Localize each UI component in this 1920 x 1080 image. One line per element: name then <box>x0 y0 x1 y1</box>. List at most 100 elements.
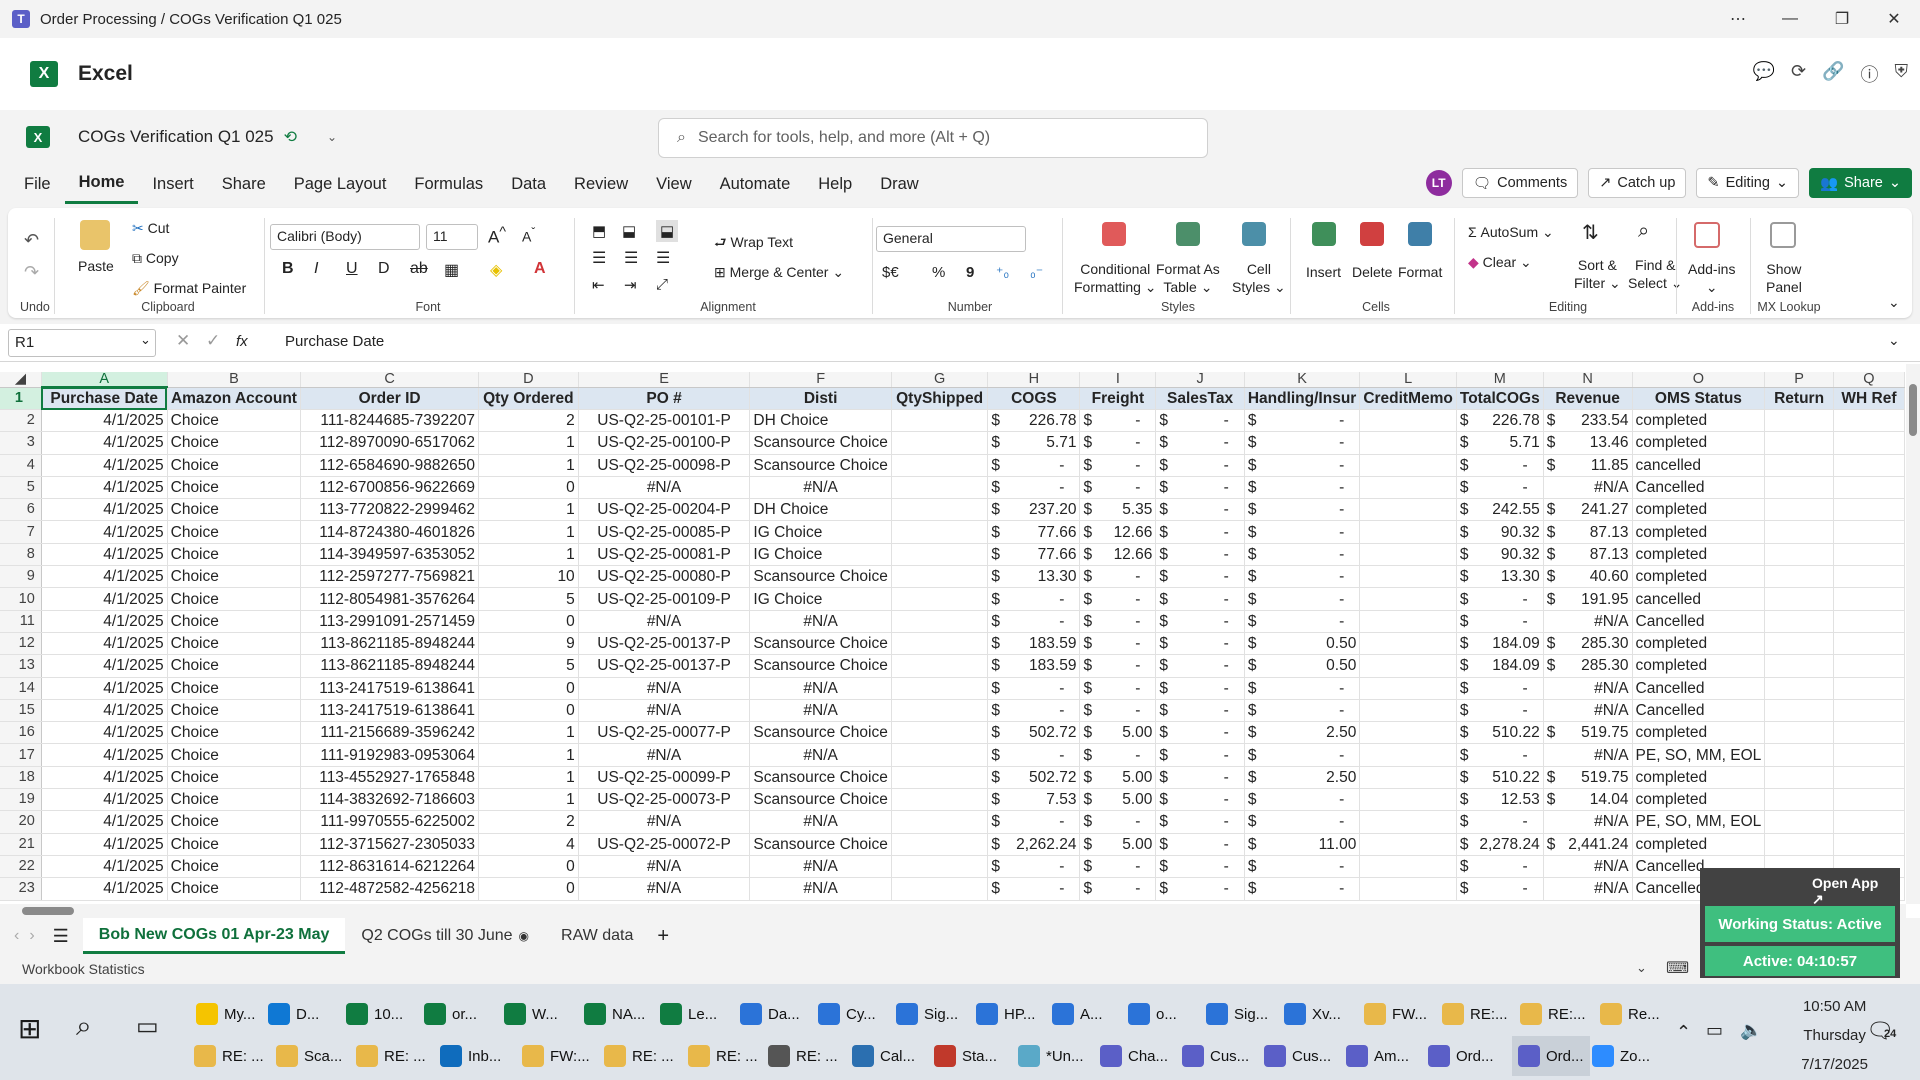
cell[interactable]: $ - <box>1155 543 1245 567</box>
cell[interactable] <box>891 743 989 767</box>
cell[interactable] <box>1764 409 1834 433</box>
all-sheets-icon[interactable]: ☰ <box>53 926 69 947</box>
cell[interactable]: $12.66 <box>1079 520 1157 544</box>
cell[interactable]: cancelled <box>1632 454 1766 477</box>
taskbar-item[interactable]: Sta... <box>934 1036 997 1076</box>
cell[interactable]: 111-8244685-7392207 <box>300 409 479 433</box>
row-header[interactable]: 2 <box>0 409 42 433</box>
clear-button[interactable]: ◆ Clear ⌄ <box>1468 254 1532 271</box>
cell[interactable] <box>891 454 989 477</box>
taskbar-item[interactable]: RE: ... <box>194 1036 264 1076</box>
cell[interactable]: 4/1/2025 <box>41 454 168 477</box>
cell[interactable]: Cancelled <box>1632 699 1766 723</box>
taskbar-item[interactable]: RE:... <box>1442 994 1508 1034</box>
cell[interactable] <box>1764 788 1834 812</box>
cell[interactable]: $ - <box>1456 855 1544 879</box>
cell[interactable]: $2.50 <box>1244 721 1361 745</box>
cell[interactable]: $ - <box>1244 743 1361 767</box>
cell[interactable]: $233.54 <box>1543 409 1633 433</box>
document-name[interactable]: COGs Verification Q1 025 <box>78 127 274 147</box>
cell[interactable]: $237.20 <box>987 498 1081 522</box>
cell[interactable]: #N/A <box>1543 699 1633 723</box>
column-header-b[interactable]: B <box>167 372 302 388</box>
cell[interactable]: $ - <box>1155 610 1245 633</box>
cell[interactable]: $ - <box>987 476 1081 500</box>
cell[interactable]: $ - <box>1244 498 1361 522</box>
cell[interactable]: #N/A <box>1543 810 1633 834</box>
cell[interactable]: $ - <box>1155 587 1245 611</box>
cell[interactable]: $241.27 <box>1543 498 1633 522</box>
taskbar-item[interactable]: A... <box>1052 994 1103 1034</box>
cell[interactable]: 4/1/2025 <box>41 610 168 633</box>
cell[interactable]: $ - <box>987 610 1081 633</box>
cell[interactable]: $ - <box>1244 677 1361 700</box>
cell[interactable]: US-Q2-25-00098-P <box>578 454 751 477</box>
cell[interactable]: US-Q2-25-00081-P <box>578 543 751 567</box>
row-header[interactable]: 20 <box>0 810 42 834</box>
editing-mode-button[interactable]: ✎ Editing ⌄ <box>1696 168 1800 198</box>
undo-icon[interactable]: ↶ <box>24 230 39 251</box>
cell[interactable]: $5.00 <box>1079 788 1157 812</box>
row-header[interactable]: 8 <box>0 543 42 567</box>
cell[interactable] <box>891 766 989 790</box>
format-as-table-button[interactable]: Format As Table ⌄ <box>1156 260 1220 296</box>
cell[interactable]: #N/A <box>578 699 751 723</box>
cell[interactable]: $ - <box>1155 766 1245 790</box>
cell[interactable]: 113-2991091-2571459 <box>300 610 479 633</box>
cell[interactable]: 112-6700856-9622669 <box>300 476 479 500</box>
row-header[interactable]: 4 <box>0 454 42 477</box>
header-cell[interactable]: Disti <box>749 387 892 410</box>
font-size-dropdown[interactable]: 11 <box>426 224 478 250</box>
cell[interactable]: $ - <box>1079 810 1157 834</box>
cell[interactable]: 4/1/2025 <box>41 498 168 522</box>
taskbar-item[interactable]: RE: ... <box>688 1036 758 1076</box>
cell[interactable] <box>1359 855 1457 879</box>
cell[interactable]: $ - <box>1244 454 1361 477</box>
double-underline-icon[interactable]: D <box>378 260 390 278</box>
cell[interactable]: $5.00 <box>1079 766 1157 790</box>
column-header-c[interactable]: C <box>300 372 479 388</box>
cell[interactable]: 4/1/2025 <box>41 409 168 433</box>
cell[interactable] <box>1764 498 1834 522</box>
row-header[interactable]: 14 <box>0 677 42 700</box>
cell[interactable]: $ - <box>1079 855 1157 879</box>
cell[interactable]: $ - <box>1244 431 1361 455</box>
cell[interactable]: US-Q2-25-00100-P <box>578 431 751 455</box>
format-painter-button[interactable]: 🖌 Format Painter <box>132 280 246 297</box>
cell[interactable]: US-Q2-25-00085-P <box>578 520 751 544</box>
taskbar-item[interactable]: *Un... <box>1018 1036 1084 1076</box>
italic-icon[interactable]: I <box>314 260 318 278</box>
enter-icon[interactable]: ✓ <box>206 331 220 351</box>
cell[interactable]: #N/A <box>1543 677 1633 700</box>
cell[interactable]: cancelled <box>1632 587 1766 611</box>
cell[interactable]: Choice <box>167 409 302 433</box>
cell[interactable] <box>1833 810 1905 834</box>
add-sheet-icon[interactable]: + <box>657 925 669 948</box>
cell[interactable]: $502.72 <box>987 766 1081 790</box>
cell[interactable]: US-Q2-25-00204-P <box>578 498 751 522</box>
currency-icon[interactable]: $€ <box>882 264 899 281</box>
cell[interactable]: $5.00 <box>1079 833 1157 856</box>
taskbar-item[interactable]: Le... <box>660 994 717 1034</box>
comma-style-icon[interactable]: 9 <box>966 264 974 281</box>
cell[interactable]: #N/A <box>749 855 892 879</box>
cell[interactable]: completed <box>1632 431 1766 455</box>
cell[interactable]: #N/A <box>1543 476 1633 500</box>
cell[interactable]: 1 <box>478 721 579 745</box>
cell[interactable]: $ - <box>1244 520 1361 544</box>
shield-icon[interactable]: ⛨ <box>1895 61 1909 87</box>
cell[interactable]: #N/A <box>578 610 751 633</box>
underline-icon[interactable]: U <box>346 260 358 278</box>
cell[interactable] <box>1833 743 1905 767</box>
taskbar-item[interactable]: RE: ... <box>604 1036 674 1076</box>
taskbar-item[interactable]: Inb... <box>440 1036 501 1076</box>
cell[interactable]: $2,441.24 <box>1543 833 1633 856</box>
header-cell[interactable]: PO # <box>578 387 751 410</box>
cell[interactable]: $ - <box>987 810 1081 834</box>
cell[interactable]: $ - <box>1079 409 1157 433</box>
link-icon[interactable]: 🔗 <box>1822 61 1844 87</box>
cell[interactable]: 4/1/2025 <box>41 743 168 767</box>
cell[interactable]: Choice <box>167 743 302 767</box>
copy-button[interactable]: ⧉ Copy <box>132 250 179 267</box>
cell[interactable]: Choice <box>167 454 302 477</box>
